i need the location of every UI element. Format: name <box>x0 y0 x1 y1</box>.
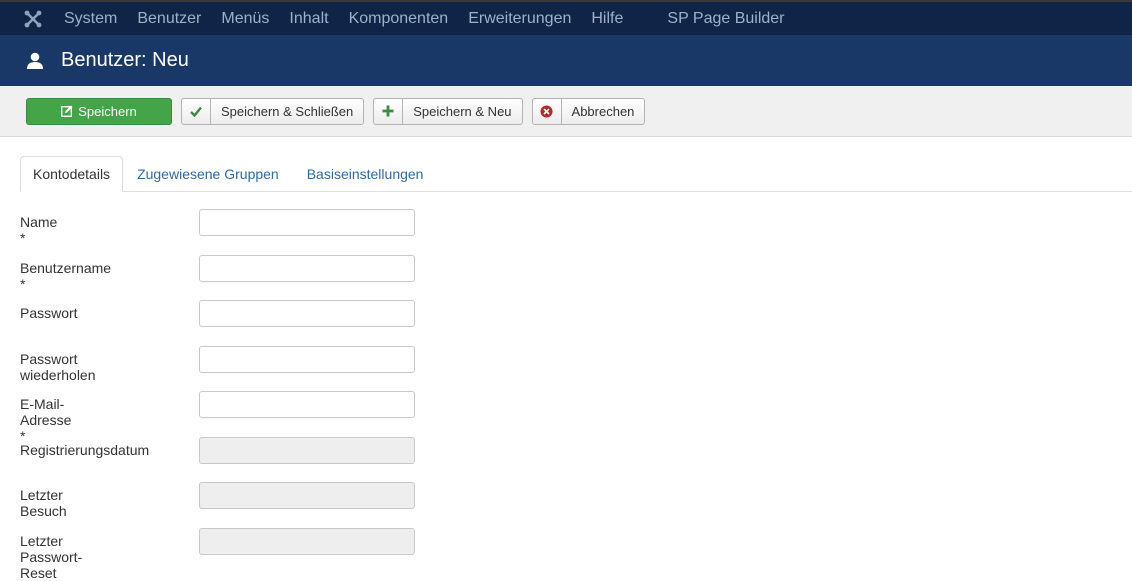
tab-kontodetails[interactable]: Kontodetails <box>20 156 124 192</box>
password-repeat-field[interactable] <box>199 345 415 373</box>
joomla-logo-icon[interactable] <box>22 8 44 30</box>
nav-system[interactable]: System <box>64 10 117 28</box>
cancel-circle-icon <box>533 98 562 124</box>
user-icon <box>26 52 44 70</box>
save-button-label: Speichern <box>78 103 137 119</box>
name-field[interactable] <box>199 209 415 236</box>
nav-benutzer[interactable]: Benutzer <box>137 10 201 28</box>
email-field[interactable] <box>199 391 415 418</box>
nav-inhalt[interactable]: Inhalt <box>289 10 328 28</box>
tab-zugewiesene-gruppen[interactable]: Zugewiesene Gruppen <box>123 156 293 191</box>
save-close-button[interactable]: Speichern & Schließen <box>181 97 365 125</box>
plus-icon <box>374 98 404 124</box>
save-new-button[interactable]: Speichern & Neu <box>373 97 523 125</box>
cancel-button[interactable]: Abbrechen <box>531 97 646 125</box>
page-title: Benutzer: Neu <box>61 49 189 71</box>
username-label: Benutzername * <box>20 259 112 292</box>
save-new-button-label: Speichern & Neu <box>413 103 512 119</box>
save-button[interactable]: Speichern <box>26 97 172 125</box>
edit-icon <box>61 99 73 124</box>
username-field[interactable] <box>199 254 415 282</box>
password-field[interactable] <box>199 300 415 327</box>
nav-erweiterungen[interactable]: Erweiterungen <box>468 10 571 28</box>
top-navigation: System Benutzer Menüs Inhalt Komponenten… <box>0 0 1132 35</box>
name-label: Name * <box>20 214 58 246</box>
tab-bar: Kontodetails Zugewiesene Gruppen Basisei… <box>20 155 1132 192</box>
save-close-button-label: Speichern & Schließen <box>221 103 354 119</box>
password-label: Passwort <box>20 305 78 321</box>
last-visit-field <box>199 482 415 509</box>
email-label: E-Mail-Adresse * <box>20 396 72 444</box>
last-password-reset-label: Letzter Passwort-Reset <box>20 532 83 581</box>
last-password-reset-field <box>199 527 415 555</box>
nav-menus[interactable]: Menüs <box>221 10 269 28</box>
check-icon <box>182 98 211 124</box>
page-header: Benutzer: Neu <box>0 35 1132 86</box>
last-visit-label: Letzter Besuch <box>20 487 67 519</box>
password-repeat-label: Passwort wiederholen <box>20 350 96 383</box>
nav-komponenten[interactable]: Komponenten <box>349 10 449 28</box>
toolbar: Speichern Speichern & Schließen Speicher… <box>0 86 1132 137</box>
registration-date-label: Registrierungsdatum <box>20 441 150 458</box>
tab-basiseinstellungen[interactable]: Basiseinstellungen <box>293 156 438 191</box>
nav-sp-page-builder[interactable]: SP Page Builder <box>667 10 784 28</box>
cancel-button-label: Abbrechen <box>571 103 635 119</box>
nav-hilfe[interactable]: Hilfe <box>591 10 623 28</box>
registration-date-field <box>199 436 415 464</box>
